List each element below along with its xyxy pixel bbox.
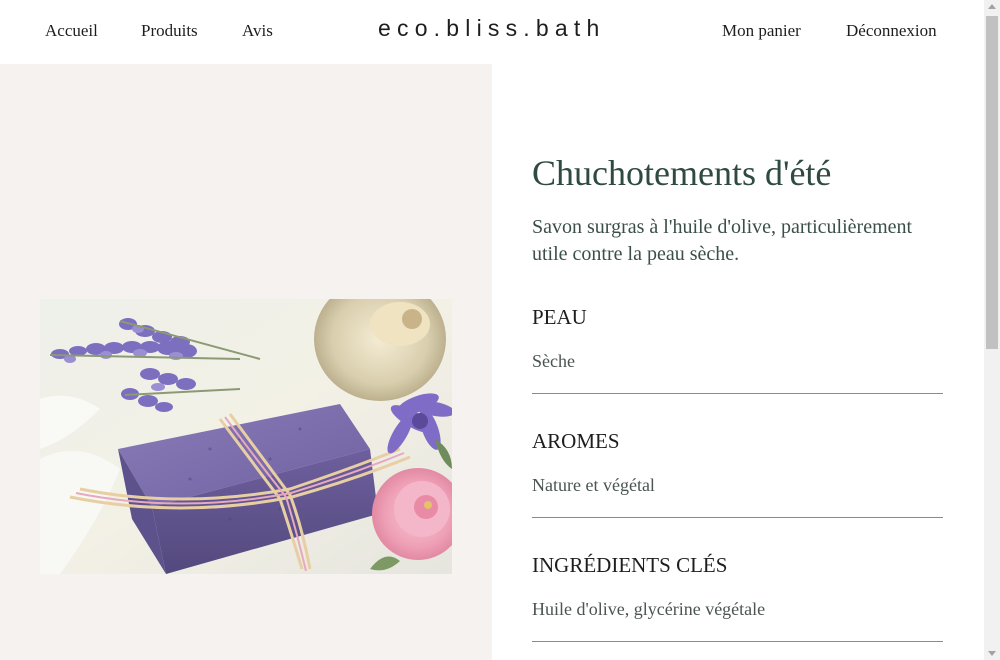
attribute-value: Nature et végétal	[532, 475, 655, 495]
attribute-value: Huile d'olive, glycérine végétale	[532, 599, 766, 619]
attribute-label: INGRÉDIENTS CLÉS	[532, 553, 728, 577]
site-header: Accueil Produits Avis eco.bliss.bath Mon…	[0, 0, 984, 64]
product-photo	[40, 299, 452, 574]
attribute-ingredients: INGRÉDIENTS CLÉS Huile d'olive, glycérin…	[532, 541, 943, 642]
nav-logout-link[interactable]: Déconnexion	[846, 21, 937, 41]
nav-produits-link[interactable]: Produits	[141, 21, 198, 41]
attribute-peau: PEAU Sèche	[532, 293, 943, 394]
product-description: Savon surgras à l'huile d'olive, particu…	[532, 216, 913, 265]
nav-avis-link[interactable]: Avis	[242, 21, 273, 41]
attribute-label: AROMES	[532, 429, 620, 453]
product-title: Chuchotements d'été	[532, 153, 832, 193]
vertical-scrollbar[interactable]	[984, 0, 1000, 660]
attribute-value: Sèche	[532, 351, 575, 371]
scroll-up-icon[interactable]	[988, 4, 996, 9]
nav-cart-link[interactable]: Mon panier	[722, 21, 801, 41]
nav-accueil-link[interactable]: Accueil	[45, 21, 98, 41]
brand-logo[interactable]: eco.bliss.bath	[378, 15, 605, 42]
scrollbar-thumb[interactable]	[986, 16, 998, 349]
scroll-down-icon[interactable]	[988, 651, 996, 656]
product-image-panel	[0, 64, 492, 660]
attribute-aromes: AROMES Nature et végétal	[532, 417, 943, 518]
attribute-label: PEAU	[532, 305, 587, 329]
